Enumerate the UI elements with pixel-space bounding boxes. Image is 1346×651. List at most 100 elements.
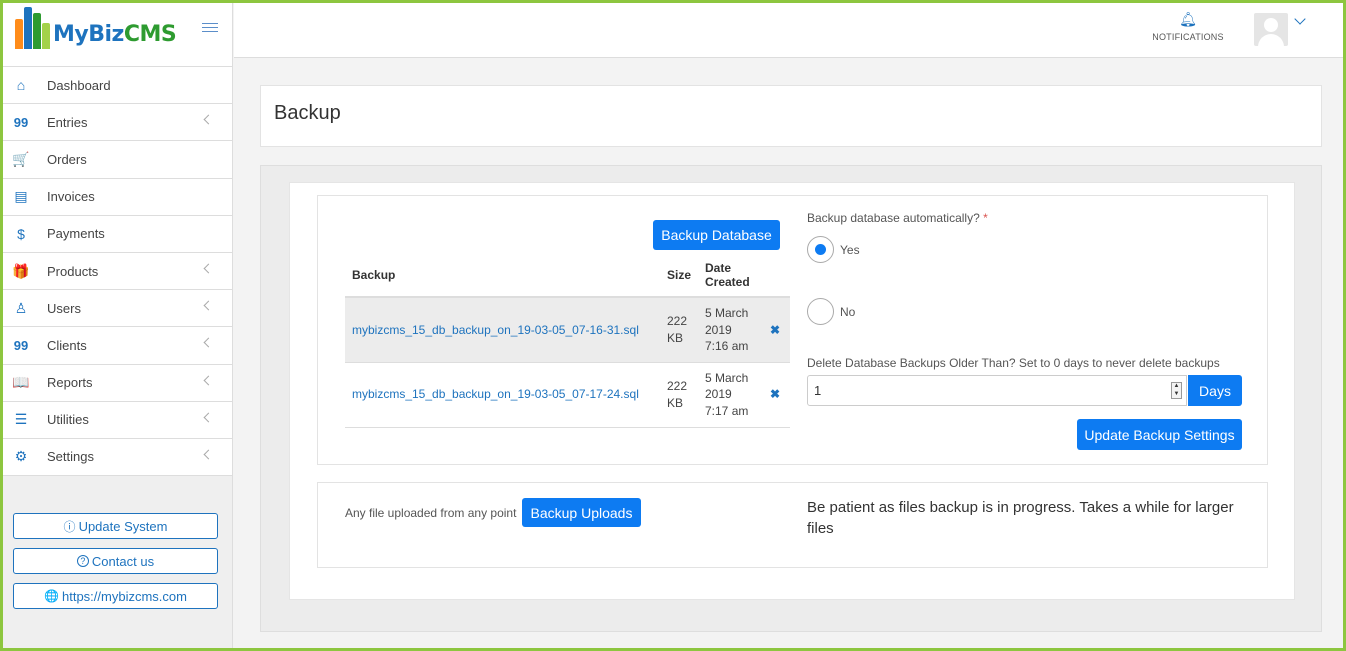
radio-selected-dot <box>815 244 826 255</box>
backup-date: 5 March 2019 7:16 am <box>698 297 760 363</box>
auto-backup-no-radio[interactable] <box>807 298 834 325</box>
backup-size: 222 KB <box>659 297 698 363</box>
dollar-icon: $ <box>17 225 25 242</box>
update-backup-settings-button[interactable]: Update Backup Settings <box>1077 419 1242 450</box>
chevron-left-icon <box>203 263 214 274</box>
sidebar-item-label: Products <box>47 263 99 279</box>
number-spinner[interactable]: ▲ ▼ <box>1171 382 1182 399</box>
sidebar-item-utilities[interactable]: ☰ Utilities <box>3 402 232 439</box>
sidebar-item-orders[interactable]: 🛒 Orders <box>3 141 232 179</box>
column-header-date: Date Created <box>698 254 760 298</box>
sidebar-item-label: Reports <box>47 375 93 391</box>
quote-icon: 99 <box>13 337 29 353</box>
sidebar-menu: ⌂ Dashboard 99 Entries 🛒 Orders ▤ Invoices $ Paym… <box>3 67 232 477</box>
sidebar-item-settings[interactable]: ⚙ Settings <box>3 439 232 477</box>
sidebar-item-dashboard[interactable]: ⌂ Dashboard <box>3 67 232 105</box>
update-system-label: Update System <box>78 518 168 534</box>
required-mark: * <box>983 211 988 225</box>
backup-uploads-button[interactable]: Backup Uploads <box>522 498 641 527</box>
page-title: Backup <box>274 102 341 124</box>
chevron-left-icon <box>203 375 214 385</box>
auto-backup-yes-radio[interactable] <box>807 236 834 263</box>
notifications-label: NOTIFICATIONS <box>1152 32 1224 42</box>
quote-icon: 99 <box>13 114 29 130</box>
sidebar-item-label: Settings <box>47 449 94 465</box>
avatar[interactable] <box>1254 13 1288 46</box>
chevron-left-icon <box>203 337 214 348</box>
backup-file-link[interactable]: mybizcms_15_db_backup_on_19-03-05_07-17-… <box>345 362 660 428</box>
hamburger-menu-icon[interactable] <box>202 23 218 35</box>
auto-backup-yes-label[interactable]: Yes <box>840 243 860 257</box>
sidebar-item-label: Utilities <box>47 412 89 428</box>
table-row: mybizcms_15_db_backup_on_19-03-05_07-17-… <box>345 362 790 428</box>
database-backup-box: Backup Database Backup Size Date Created… <box>317 195 1268 465</box>
column-header-actions <box>759 254 790 298</box>
uploads-label: Any file uploaded from any point <box>345 506 517 520</box>
book-icon: 📖 <box>12 374 30 391</box>
cart-icon: 🛒 <box>12 150 30 167</box>
sidebar-item-label: Invoices <box>47 189 95 205</box>
delete-icon[interactable]: ✖ <box>759 362 790 428</box>
chevron-left-icon <box>203 300 214 311</box>
sidebar-item-reports[interactable]: 📖 Reports <box>3 365 232 402</box>
backup-file-link[interactable]: mybizcms_15_db_backup_on_19-03-05_07-16-… <box>345 297 660 363</box>
sidebar-item-label: Dashboard <box>47 77 111 93</box>
delete-older-label: Delete Database Backups Older Than? Set … <box>807 356 1220 370</box>
contact-us-label: Contact us <box>91 553 155 569</box>
sidebar-item-label: Payments <box>47 226 105 242</box>
info-icon: ⓘ <box>63 519 76 534</box>
chevron-left-icon <box>203 449 214 460</box>
sidebar-item-users[interactable]: ♙ Users <box>3 290 232 328</box>
user-icon: ♙ <box>14 299 28 316</box>
contact-us-button[interactable]: ? Contact us <box>13 548 218 574</box>
sidebar: MyBizCMS ⌂ Dashboard 99 Entries 🛒 Orders ▤ Invo… <box>3 3 233 648</box>
notifications-button[interactable]: 🔔︎ NOTIFICATIONS <box>1149 11 1227 43</box>
auto-backup-question: Backup database automatically? <box>807 211 980 225</box>
days-number-input[interactable]: 1 ▲ ▼ <box>807 375 1187 406</box>
backup-database-button[interactable]: Backup Database <box>653 220 780 250</box>
backup-date: 5 March 2019 7:17 am <box>698 362 760 428</box>
mybizcms-logo[interactable]: MyBizCMS <box>15 7 177 49</box>
auto-backup-no-label[interactable]: No <box>840 305 855 319</box>
sidebar-item-clients[interactable]: 99 Clients <box>3 327 232 365</box>
main-panel: Backup Database Backup Size Date Created… <box>260 165 1322 632</box>
days-addon: Days <box>1188 375 1242 406</box>
sidebar-item-label: Clients <box>47 337 87 353</box>
website-link-label: https://mybizcms.com <box>61 588 187 604</box>
column-header-size: Size <box>659 254 698 298</box>
table-row: mybizcms_15_db_backup_on_19-03-05_07-16-… <box>345 297 790 363</box>
gear-icon: ⚙ <box>14 448 28 465</box>
sidebar-item-payments[interactable]: $ Payments <box>3 216 232 253</box>
backup-table: Backup Size Date Created mybizcms_15_db_… <box>345 254 790 428</box>
home-icon: ⌂ <box>16 77 26 94</box>
bell-icon: 🔔︎ <box>1179 11 1197 27</box>
sidebar-item-label: Orders <box>47 151 87 167</box>
chevron-down-icon[interactable] <box>1294 13 1306 25</box>
chevron-left-icon <box>203 412 214 423</box>
delete-icon[interactable]: ✖ <box>759 297 790 363</box>
top-header: 🔔︎ NOTIFICATIONS <box>234 3 1343 58</box>
list-icon: ☰ <box>14 411 28 428</box>
logo-bars-icon <box>15 7 51 49</box>
backup-progress-notice: Be patient as files backup is in progres… <box>807 499 1234 537</box>
question-icon: ? <box>76 555 89 567</box>
sidebar-item-label: Users <box>47 300 81 316</box>
table-header-row: Backup Size Date Created <box>345 254 790 298</box>
website-link-button[interactable]: 🌐 https://mybizcms.com <box>13 583 218 609</box>
page-title-card: Backup <box>260 85 1322 147</box>
sidebar-item-invoices[interactable]: ▤ Invoices <box>3 179 232 216</box>
sidebar-item-label: Entries <box>47 114 88 130</box>
backup-panel: Backup Database Backup Size Date Created… <box>289 182 1295 600</box>
auto-backup-label: Backup database automatically? * <box>807 211 988 225</box>
sidebar-item-products[interactable]: 🎁 Products <box>3 253 232 291</box>
column-header-backup: Backup <box>345 254 660 298</box>
logo-text: MyBizCMS <box>53 22 177 47</box>
update-system-button[interactable]: ⓘ Update System <box>13 513 218 539</box>
globe-icon: 🌐 <box>44 589 59 603</box>
logo-bar: MyBizCMS <box>3 3 232 67</box>
backup-size: 222 KB <box>659 362 698 428</box>
sidebar-item-entries[interactable]: 99 Entries <box>3 104 232 142</box>
uploads-backup-box: Any file uploaded from any point Backup … <box>317 482 1268 568</box>
invoice-icon: ▤ <box>14 188 28 205</box>
gift-icon: 🎁 <box>12 262 30 279</box>
